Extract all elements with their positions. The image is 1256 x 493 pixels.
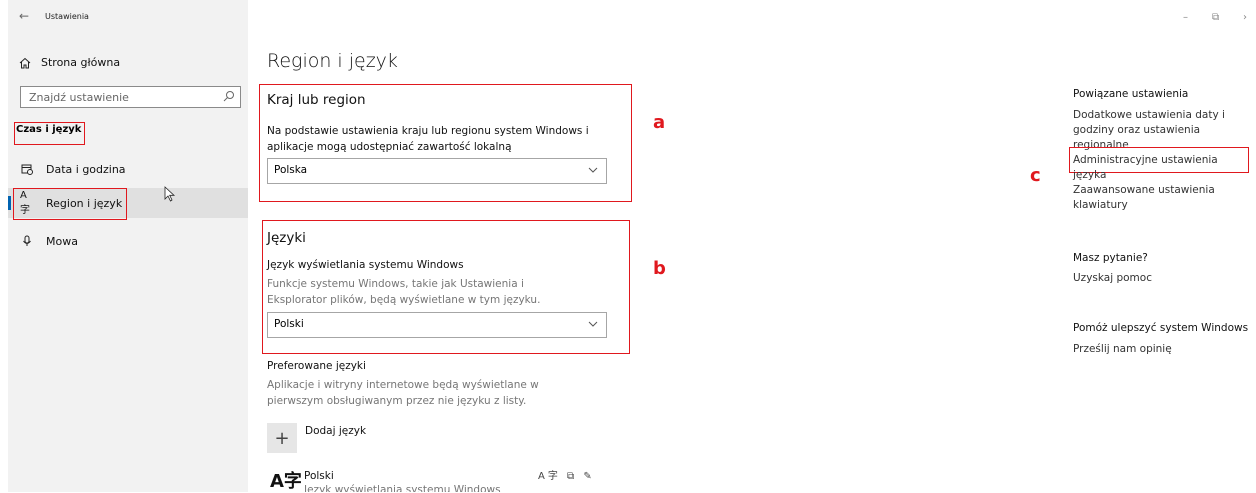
related-link-keyboard[interactable]: Zaawansowane ustawienia klawiatury	[1073, 183, 1243, 213]
search-placeholder: Znajdź ustawienie	[29, 91, 129, 104]
mouse-cursor-icon	[164, 186, 176, 202]
add-language-button[interactable]: +	[267, 423, 297, 453]
related-settings-heading: Powiązane ustawienia	[1073, 88, 1189, 100]
language-list-item-sub: Język wyświetlania systemu Windows	[304, 484, 501, 492]
get-help-link[interactable]: Uzyskaj pomoc	[1073, 271, 1152, 286]
home-link[interactable]: Strona główna	[19, 56, 120, 69]
display-language-description: Funkcje systemu Windows, takie jak Ustaw…	[267, 278, 541, 306]
minimize-button[interactable]: –	[1183, 12, 1188, 23]
country-description: Na podstawie ustawienia kraju lub region…	[267, 125, 589, 153]
window-edge	[0, 0, 8, 492]
annotation-box-region	[13, 188, 127, 220]
calendar-clock-icon	[20, 163, 34, 175]
home-icon	[19, 57, 31, 68]
languages-heading: Języki	[267, 230, 306, 246]
home-label: Strona główna	[41, 56, 121, 69]
annotation-label-a: a	[653, 112, 666, 133]
search-icon[interactable]	[223, 90, 235, 102]
title-bar: ← Ustawienia	[8, 0, 248, 36]
chevron-down-icon	[588, 321, 598, 327]
annotation-label-b: b	[653, 258, 666, 279]
sidebar-item-label: Mowa	[46, 234, 78, 248]
preferred-languages-label: Preferowane języki	[267, 360, 366, 372]
language-glyph-icon: A字	[270, 471, 302, 492]
settings-search-input[interactable]: Znajdź ustawienie	[20, 86, 241, 108]
display-language-dropdown[interactable]: Polski	[267, 312, 607, 338]
chevron-down-icon	[588, 167, 598, 173]
display-language-feature-icon: A字	[538, 471, 561, 482]
plus-icon: +	[274, 427, 290, 449]
improve-windows-heading: Pomóż ulepszyć system Windows	[1073, 322, 1249, 334]
country-dropdown[interactable]: Polska	[267, 158, 607, 184]
microphone-icon	[20, 235, 34, 247]
add-language-label[interactable]: Dodaj język	[305, 423, 366, 439]
question-heading: Masz pytanie?	[1073, 252, 1148, 264]
country-selected: Polska	[274, 164, 308, 176]
preferred-languages-description: Aplikacje i witryny internetowe będą wyś…	[267, 379, 539, 407]
language-feature-icons: A字 ⧉ ✎	[538, 467, 595, 482]
sidebar-item-speech[interactable]: Mowa	[8, 226, 248, 256]
annotation-box-section	[14, 122, 85, 145]
annotation-label-c: c	[1030, 165, 1041, 186]
speech-feature-icon: ⧉	[567, 471, 578, 482]
app-title: Ustawienia	[45, 12, 89, 21]
sidebar-item-label: Data i godzina	[46, 162, 126, 176]
handwriting-feature-icon: ✎	[583, 471, 595, 482]
restore-button[interactable]: ⧉	[1212, 12, 1219, 23]
related-link-admin-language[interactable]: Administracyjne ustawienia języka	[1073, 153, 1251, 183]
display-language-label: Język wyświetlania systemu Windows	[267, 259, 464, 271]
sidebar-item-date-time[interactable]: Data i godzina	[8, 154, 248, 184]
display-language-selected: Polski	[274, 318, 304, 330]
back-arrow-icon[interactable]: ←	[19, 9, 29, 23]
sidebar: ← Ustawienia Strona główna Znajdź ustawi…	[8, 0, 248, 492]
feedback-link[interactable]: Prześlij nam opinię	[1073, 342, 1172, 357]
country-heading: Kraj lub region	[267, 92, 366, 108]
close-button[interactable]: ›	[1243, 12, 1247, 23]
page-title: Region i język	[267, 50, 398, 72]
